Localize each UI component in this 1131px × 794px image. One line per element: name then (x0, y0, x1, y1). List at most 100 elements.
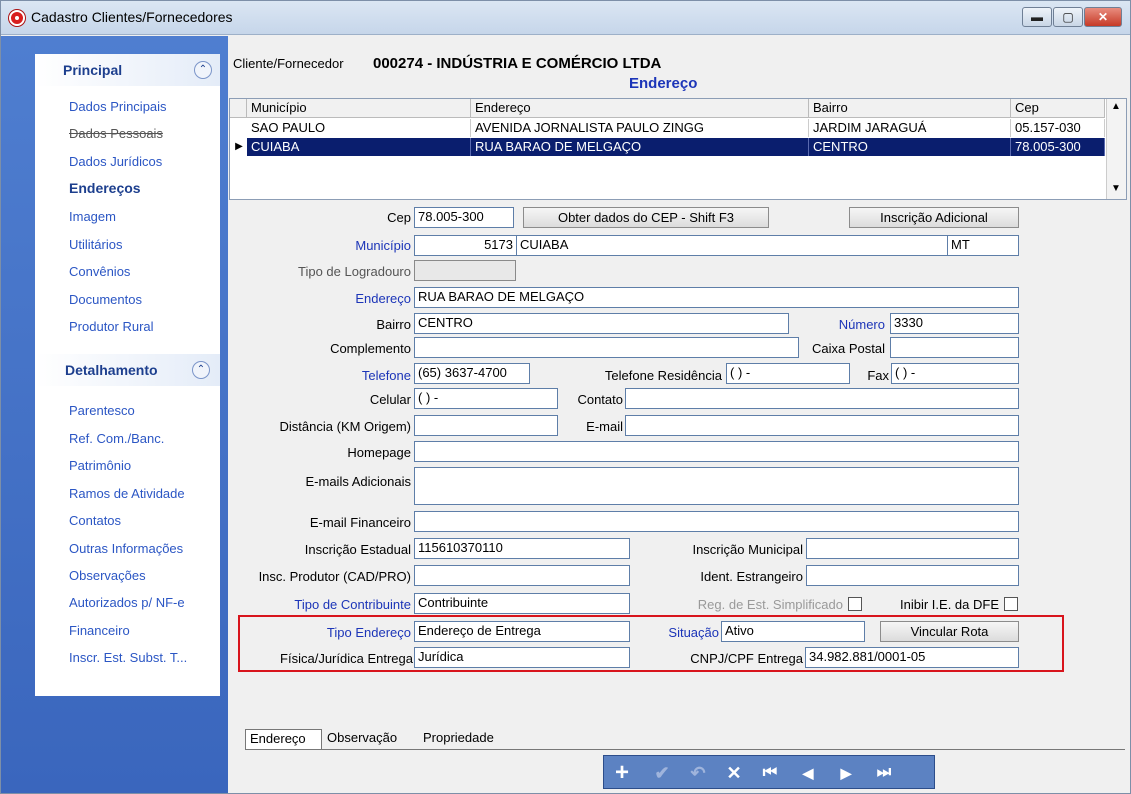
municipio-label: Município (355, 238, 411, 253)
maximize-button[interactable]: ▢ (1053, 7, 1083, 27)
sidebar-item-inscr-est-subst[interactable]: Inscr. Est. Subst. T... (69, 650, 187, 665)
telefone-residencia-label: Telefone Residência (604, 368, 722, 383)
caixa-postal-field[interactable] (890, 337, 1019, 358)
inibir-ie-label: Inibir I.E. da DFE (900, 597, 999, 612)
vincular-rota-button[interactable]: Vincular Rota (880, 621, 1019, 642)
sidebar-item-ref-com-banc[interactable]: Ref. Com./Banc. (69, 431, 164, 446)
situacao-label: Situação (668, 625, 719, 640)
next-record-icon[interactable]: ▶ (832, 760, 860, 786)
reg-simplificado-checkbox[interactable] (848, 597, 862, 611)
caixa-postal-label: Caixa Postal (812, 341, 885, 356)
sidebar-item-contatos[interactable]: Contatos (69, 513, 121, 528)
row-pointer-icon: ▶ (235, 141, 243, 152)
main-window: Cadastro Clientes/Fornecedores ▬ ▢ ✕ Pri… (0, 0, 1131, 794)
celular-field[interactable]: ( ) - (414, 388, 558, 409)
grid-header-cep[interactable]: Cep (1011, 99, 1105, 118)
grid-header-bairro[interactable]: Bairro (809, 99, 1011, 118)
sidebar-item-enderecos[interactable]: Endereços (69, 180, 141, 196)
collapse-icon[interactable]: ⌃ (194, 61, 212, 79)
grid-scrollbar[interactable]: ▲ ▼ (1106, 99, 1126, 199)
minimize-button[interactable]: ▬ (1022, 7, 1052, 27)
tipo-logradouro-label: Tipo de Logradouro (298, 264, 411, 279)
tab-propriedade[interactable]: Propriedade (419, 729, 511, 749)
cell-cep: 78.005-300 (1011, 138, 1105, 156)
tipo-contribuinte-label: Tipo de Contribuinte (294, 597, 411, 612)
municipio-code-field[interactable]: 5173 (414, 235, 517, 256)
distancia-label: Distância (KM Origem) (279, 419, 411, 434)
sidebar-item-convenios[interactable]: Convênios (69, 264, 130, 279)
cell-municipio: SAO PAULO (247, 119, 471, 137)
numero-field[interactable]: 3330 (890, 313, 1019, 334)
title-bar: Cadastro Clientes/Fornecedores ▬ ▢ ✕ (1, 1, 1130, 35)
homepage-label: Homepage (347, 445, 411, 460)
obter-cep-button[interactable]: Obter dados do CEP - Shift F3 (523, 207, 769, 228)
tipo-endereco-field[interactable]: Endereço de Entrega (414, 621, 630, 642)
client-label: Cliente/Fornecedor (233, 56, 344, 71)
prev-record-icon[interactable]: ◀ (794, 760, 822, 786)
email-field[interactable] (625, 415, 1019, 436)
cell-cep: 05.157-030 (1011, 119, 1105, 137)
scroll-down-icon[interactable]: ▼ (1111, 183, 1121, 194)
municipio-name-field[interactable]: CUIABA (516, 235, 948, 256)
window-title: Cadastro Clientes/Fornecedores (31, 9, 233, 25)
fax-field[interactable]: ( ) - (891, 363, 1019, 384)
collapse-icon[interactable]: ⌃ (192, 361, 210, 379)
complemento-field[interactable] (414, 337, 799, 358)
sidebar-item-financeiro[interactable]: Financeiro (69, 623, 130, 638)
uf-field[interactable]: MT (947, 235, 1019, 256)
cep-field[interactable]: 78.005-300 (414, 207, 514, 228)
inscricao-municipal-field[interactable] (806, 538, 1019, 559)
insc-produtor-field[interactable] (414, 565, 630, 586)
sidebar-item-autorizados-nfe[interactable]: Autorizados p/ NF-e (69, 595, 185, 610)
telefone-field[interactable]: (65) 3637-4700 (414, 363, 530, 384)
tipo-endereco-label: Tipo Endereço (326, 625, 411, 640)
sidebar-item-dados-juridicos[interactable]: Dados Jurídicos (69, 154, 162, 169)
delete-icon[interactable]: ✕ (720, 760, 748, 786)
contato-field[interactable] (625, 388, 1019, 409)
tab-endereco[interactable]: Endereço (245, 729, 322, 749)
sidebar-item-dados-principais[interactable]: Dados Principais (69, 99, 167, 114)
tab-observacao[interactable]: Observação (323, 729, 419, 749)
email-financeiro-label: E-mail Financeiro (309, 515, 411, 530)
grid-indicator-header (230, 99, 247, 118)
grid-header-municipio[interactable]: Município (247, 99, 471, 118)
cnpj-field[interactable]: 34.982.881/0001-05 (805, 647, 1019, 668)
sidebar-item-dados-pessoais[interactable]: Dados Pessoais (69, 126, 163, 141)
tipo-logradouro-field[interactable] (414, 260, 516, 281)
sidebar-item-ramos-atividade[interactable]: Ramos de Atividade (69, 486, 185, 501)
cell-endereco: AVENIDA JORNALISTA PAULO ZINGG (471, 119, 809, 137)
bairro-field[interactable]: CENTRO (414, 313, 789, 334)
tipo-contribuinte-field[interactable]: Contribuinte (414, 593, 630, 614)
sidebar-item-documentos[interactable]: Documentos (69, 292, 142, 307)
distancia-field[interactable] (414, 415, 558, 436)
homepage-field[interactable] (414, 441, 1019, 462)
grid-header-endereco[interactable]: Endereço (471, 99, 809, 118)
inibir-ie-checkbox[interactable] (1004, 597, 1018, 611)
sidebar-item-imagem[interactable]: Imagem (69, 209, 116, 224)
last-record-icon[interactable]: ⏭ (870, 760, 898, 786)
sidebar-item-patrimonio[interactable]: Patrimônio (69, 458, 131, 473)
inscricao-adicional-button[interactable]: Inscrição Adicional (849, 207, 1019, 228)
add-icon[interactable]: + (608, 760, 636, 786)
undo-icon[interactable]: ↶ (684, 760, 712, 786)
sidebar-item-utilitarios[interactable]: Utilitários (69, 237, 122, 252)
confirm-icon[interactable]: ✔ (648, 760, 676, 786)
scroll-up-icon[interactable]: ▲ (1111, 101, 1121, 112)
ident-estrangeiro-field[interactable] (806, 565, 1019, 586)
telefone-residencia-field[interactable]: ( ) - (726, 363, 850, 384)
detalhamento-header[interactable]: Detalhamento ⌃ (35, 354, 220, 386)
sidebar-item-outras-informacoes[interactable]: Outras Informações (69, 541, 183, 556)
principal-header[interactable]: Principal ⌃ (35, 54, 220, 86)
sidebar-item-observacoes[interactable]: Observações (69, 568, 146, 583)
close-button[interactable]: ✕ (1084, 7, 1122, 27)
client-value: 000274 - INDÚSTRIA E COMÉRCIO LTDA (373, 55, 662, 72)
emails-adicionais-field[interactable] (414, 467, 1019, 505)
sidebar-item-produtor-rural[interactable]: Produtor Rural (69, 319, 154, 334)
email-financeiro-field[interactable] (414, 511, 1019, 532)
inscricao-estadual-field[interactable]: 115610370110 (414, 538, 630, 559)
fisica-juridica-field[interactable]: Jurídica (414, 647, 630, 668)
situacao-field[interactable]: Ativo (721, 621, 865, 642)
endereco-field[interactable]: RUA BARAO DE MELGAÇO (414, 287, 1019, 308)
sidebar-item-parentesco[interactable]: Parentesco (69, 403, 135, 418)
first-record-icon[interactable]: ⏮ (756, 760, 784, 786)
